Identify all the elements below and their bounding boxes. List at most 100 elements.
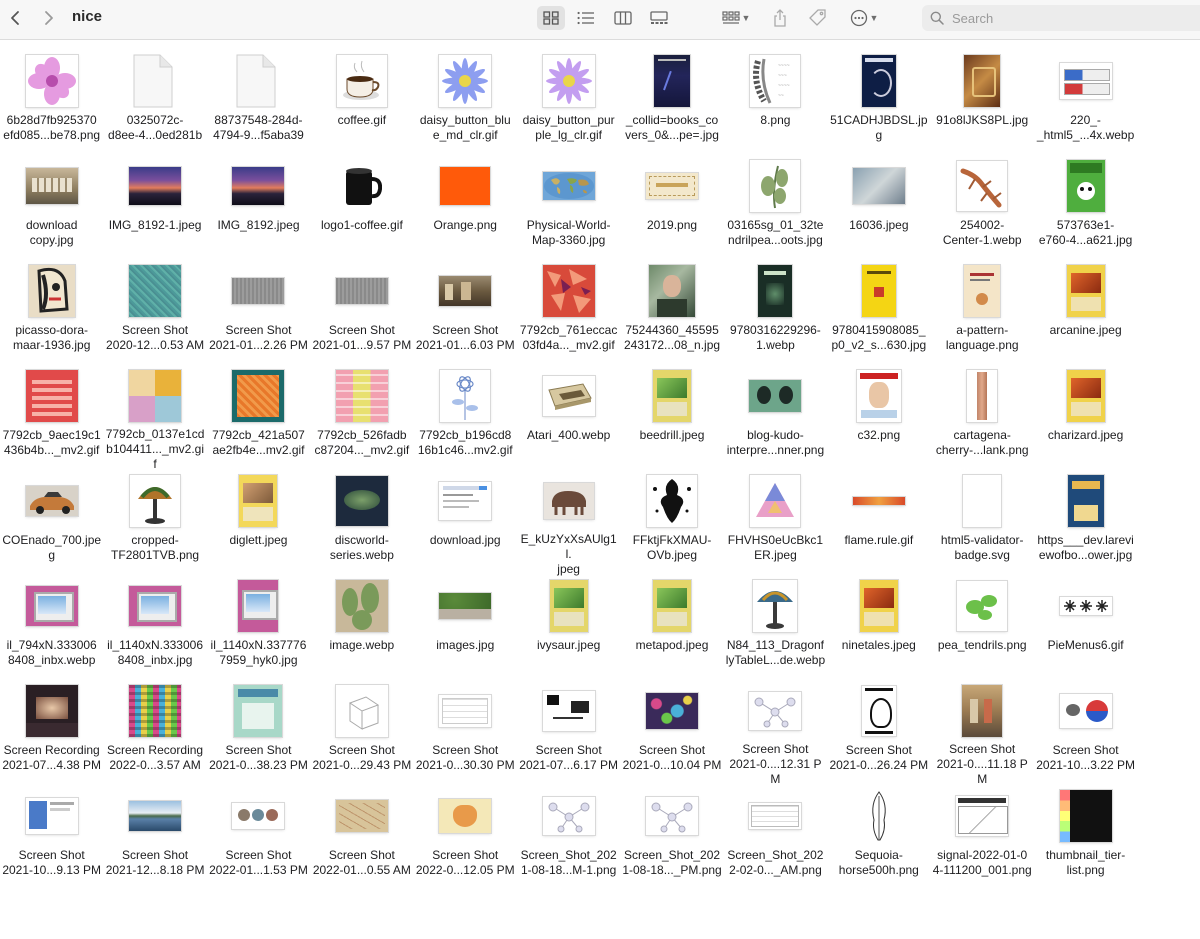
tag-button[interactable] <box>806 6 830 30</box>
file-item[interactable]: Screen Shot 2021-0...29.43 PM <box>310 682 413 787</box>
file-item[interactable]: Screen Shot 2021-0....11.18 PM <box>931 682 1034 787</box>
file-item[interactable]: metapod.jpeg <box>620 577 723 682</box>
file-item[interactable]: 91o8lJKS8PL.jpg <box>931 52 1034 157</box>
file-item[interactable]: pea_tendrils.png <box>931 577 1034 682</box>
file-item[interactable]: IMG_8192-1.jpeg <box>103 157 206 262</box>
file-item[interactable]: Screen Shot 2021-10...9.13 PM <box>0 787 103 892</box>
search-field[interactable] <box>922 5 1200 31</box>
file-item[interactable]: beedrill.jpeg <box>620 367 723 472</box>
file-item[interactable]: Screen Shot 2021-01...9.57 PM <box>310 262 413 367</box>
file-item[interactable]: il_1140xN.333006 8408_inbx.jpg <box>103 577 206 682</box>
file-item[interactable]: IMG_8192.jpeg <box>207 157 310 262</box>
gallery-view-button[interactable] <box>645 6 673 30</box>
file-item[interactable]: blog-kudo- interpre...nner.png <box>724 367 827 472</box>
file-item[interactable]: Screen Recording 2021-07...4.38 PM <box>0 682 103 787</box>
file-item[interactable]: Screen Shot 2021-0...30.30 PM <box>414 682 517 787</box>
file-item[interactable]: il_794xN.333006 8408_inbx.webp <box>0 577 103 682</box>
file-item[interactable]: Physical-World- Map-3360.jpg <box>517 157 620 262</box>
file-item[interactable]: ~~~~ ~~~ ~~~~ ~~ 8.png <box>724 52 827 157</box>
file-item[interactable]: diglett.jpeg <box>207 472 310 577</box>
file-item[interactable]: html5-validator- badge.svg <box>931 472 1034 577</box>
file-item[interactable]: Screen Shot 2021-0...10.04 PM <box>620 682 723 787</box>
file-item[interactable]: Screen Shot 2021-0...26.24 PM <box>827 682 930 787</box>
file-item[interactable]: 75244360_45595 243172...08_n.jpg <box>620 262 723 367</box>
file-item[interactable]: Screen Shot 2021-01...2.26 PM <box>207 262 310 367</box>
file-item[interactable]: 2019.png <box>620 157 723 262</box>
search-input[interactable] <box>950 9 1194 27</box>
list-view-button[interactable] <box>572 6 600 30</box>
file-item[interactable]: arcanine.jpeg <box>1034 262 1137 367</box>
file-item[interactable]: image.webp <box>310 577 413 682</box>
file-item[interactable]: 7792cb_0137e1cd b104411..._mv2.gif <box>103 367 206 472</box>
file-item[interactable]: download copy.jpg <box>0 157 103 262</box>
file-item[interactable]: COEnado_700.jpe g <box>0 472 103 577</box>
file-item[interactable]: Sequoia- horse500h.png <box>827 787 930 892</box>
file-item[interactable]: 16036.jpeg <box>827 157 930 262</box>
file-item[interactable]: E_kUzYxXsAUlg1l. jpeg <box>517 472 620 577</box>
file-item[interactable]: a-pattern- language.png <box>931 262 1034 367</box>
file-item[interactable]: 7792cb_526fadb c87204..._mv2.gif <box>310 367 413 472</box>
column-view-button[interactable] <box>609 6 637 30</box>
file-item[interactable]: Screen Shot 2021-0...38.23 PM <box>207 682 310 787</box>
file-item[interactable]: ninetales.jpeg <box>827 577 930 682</box>
file-item[interactable]: N84_113_Dragonf lyTableL...de.webp <box>724 577 827 682</box>
icon-view-button[interactable] <box>537 6 565 30</box>
file-item[interactable]: Screen Shot 2022-0...12.05 PM <box>414 787 517 892</box>
file-item[interactable]: PieMenus6.gif <box>1034 577 1137 682</box>
file-item[interactable]: 573763e1- e760-4...a621.jpg <box>1034 157 1137 262</box>
file-item[interactable]: ivysaur.jpeg <box>517 577 620 682</box>
file-item[interactable]: FHVHS0eUcBkc1 ER.jpeg <box>724 472 827 577</box>
file-item[interactable]: 220_- _html5_...4x.webp <box>1034 52 1137 157</box>
file-item[interactable]: charizard.jpeg <box>1034 367 1137 472</box>
file-item[interactable]: daisy_button_pur ple_lg_clr.gif <box>517 52 620 157</box>
file-item[interactable]: Screen_Shot_202 1-08-18...M-1.png <box>517 787 620 892</box>
file-item[interactable]: images.jpg <box>414 577 517 682</box>
file-item[interactable]: 254002- Center-1.webp <box>931 157 1034 262</box>
file-item[interactable]: discworld- series.webp <box>310 472 413 577</box>
file-item[interactable]: signal-2022-01-0 4-111200_001.png <box>931 787 1034 892</box>
file-item[interactable]: Screen Shot 2021-07...6.17 PM <box>517 682 620 787</box>
file-item[interactable]: 7792cb_421a507 ae2fb4e...mv2.gif <box>207 367 310 472</box>
file-item[interactable]: 9780415908085_ p0_v2_s...630.jpg <box>827 262 930 367</box>
forward-button[interactable] <box>38 6 60 30</box>
file-item[interactable]: flame.rule.gif <box>827 472 930 577</box>
file-item[interactable]: Screen Shot 2021-12...8.18 PM <box>103 787 206 892</box>
file-item[interactable]: FFktjFkXMAU- OVb.jpeg <box>620 472 723 577</box>
file-item[interactable]: _collid=books_co vers_0&...pe=.jpg <box>620 52 723 157</box>
file-item[interactable]: 7792cb_b196cd8 16b1c46...mv2.gif <box>414 367 517 472</box>
file-item[interactable]: cartagena- cherry-...lank.png <box>931 367 1034 472</box>
file-item[interactable]: 03165sg_01_32te ndrilpea...oots.jpg <box>724 157 827 262</box>
file-item[interactable]: c32.png <box>827 367 930 472</box>
file-item[interactable]: Orange.png <box>414 157 517 262</box>
share-button[interactable] <box>768 6 792 30</box>
file-item[interactable]: Screen Shot 2022-01...1.53 PM <box>207 787 310 892</box>
file-item[interactable]: Screen Shot 2021-0....12.31 PM <box>724 682 827 787</box>
file-item[interactable]: Screen Shot 2021-10...3.22 PM <box>1034 682 1137 787</box>
group-by-button[interactable]: ▼ <box>718 6 754 30</box>
file-item[interactable]: 7792cb_9aec19c1 436b4b..._mv2.gif <box>0 367 103 472</box>
file-item[interactable]: Screen_Shot_202 2-02-0..._AM.png <box>724 787 827 892</box>
file-item[interactable]: daisy_button_blu e_md_clr.gif <box>414 52 517 157</box>
file-item[interactable]: 51CADHJBDSL.jp g <box>827 52 930 157</box>
back-button[interactable] <box>4 6 26 30</box>
file-item[interactable]: https___dev.larevi ewofbo...ower.jpg <box>1034 472 1137 577</box>
more-actions-button[interactable]: ▼ <box>845 6 883 30</box>
file-item[interactable]: Screen Shot 2020-12...0.53 AM <box>103 262 206 367</box>
file-item[interactable]: download.jpg <box>414 472 517 577</box>
file-item[interactable]: thumbnail_tier- list.png <box>1034 787 1137 892</box>
file-item[interactable]: picasso-dora- maar-1936.jpg <box>0 262 103 367</box>
file-item[interactable]: 7792cb_761eccac 03fd4a..._mv2.gif <box>517 262 620 367</box>
file-item[interactable]: il_1140xN.337776 7959_hyk0.jpg <box>207 577 310 682</box>
file-item[interactable]: logo1-coffee.gif <box>310 157 413 262</box>
file-item[interactable]: 6b28d7fb925370 efd085...be78.png <box>0 52 103 157</box>
file-item[interactable]: coffee.gif <box>310 52 413 157</box>
file-item[interactable]: 0325072c- d8ee-4...0ed281b <box>103 52 206 157</box>
file-item[interactable]: 9780316229296- 1.webp <box>724 262 827 367</box>
file-item[interactable]: 88737548-284d- 4794-9...f5aba39 <box>207 52 310 157</box>
file-item[interactable]: cropped- TF2801TVB.png <box>103 472 206 577</box>
file-item[interactable]: Screen Shot 2021-01...6.03 PM <box>414 262 517 367</box>
file-item[interactable]: Atari_400.webp <box>517 367 620 472</box>
file-item[interactable]: Screen_Shot_202 1-08-18..._PM.png <box>620 787 723 892</box>
file-item[interactable]: Screen Recording 2022-0...3.57 AM <box>103 682 206 787</box>
file-item[interactable]: Screen Shot 2022-01...0.55 AM <box>310 787 413 892</box>
